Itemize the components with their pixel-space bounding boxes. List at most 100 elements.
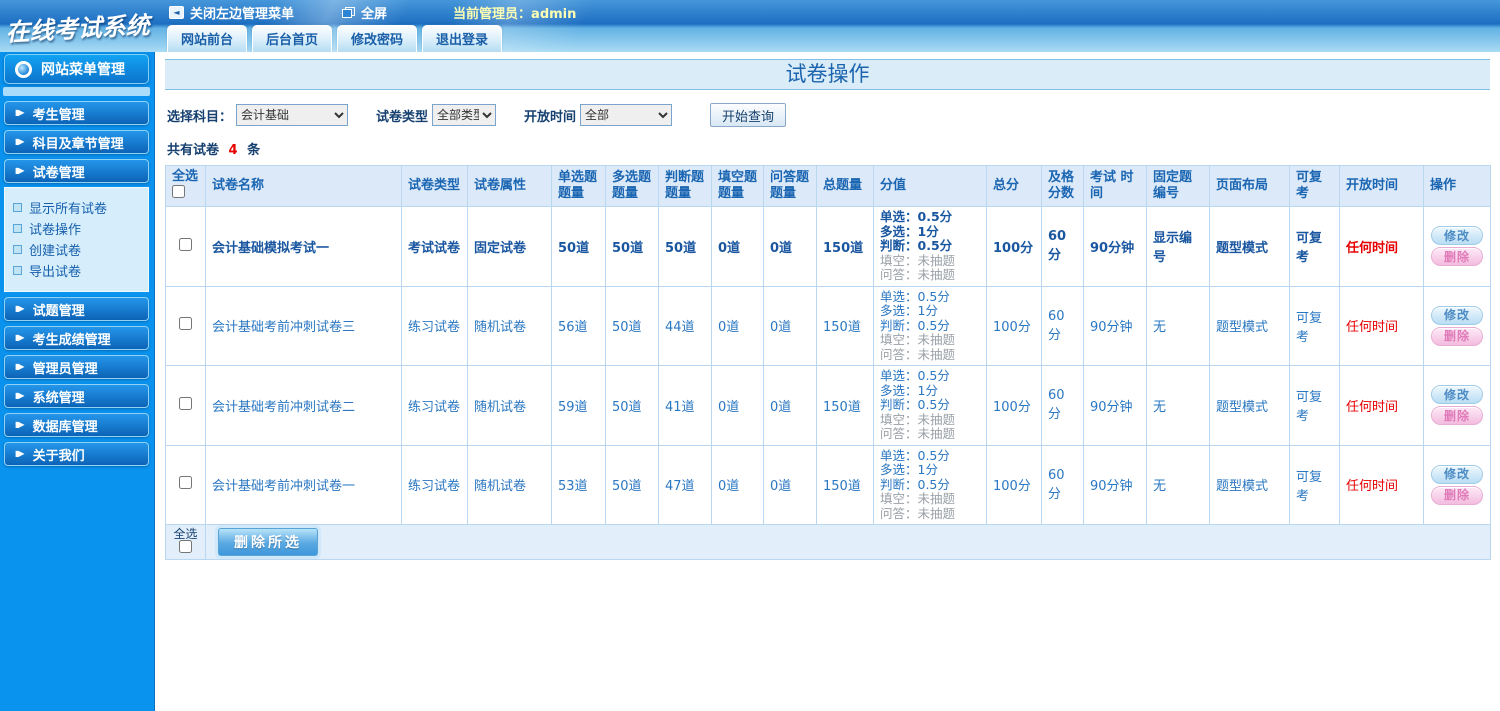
score-line: 问答：未抽题: [880, 346, 956, 362]
select-all-footer-label: 全选: [173, 527, 198, 541]
single-count-cell: 53道: [551, 444, 606, 525]
close-sidebar-label: 关闭左边管理菜单: [190, 7, 295, 22]
table-row: 会计基础考前冲刺试卷三 练习试卷 随机试卷 56道 50道 44道 0道 0道 …: [165, 285, 1491, 366]
subject-filter-label: 选择科目：: [167, 109, 233, 125]
arrow-icon: ▮▶: [15, 137, 25, 146]
tab-admin-home[interactable]: 后台首页: [252, 25, 333, 52]
paper-attribute-cell: 随机试卷: [467, 285, 552, 366]
score-line: 填空：未抽题: [880, 411, 956, 427]
paper-type-cell: 练习试卷: [401, 365, 468, 446]
sidebar-submenu-item-label: 创建试卷: [29, 244, 82, 259]
score-line: 多选：1分: [880, 382, 938, 398]
modify-button[interactable]: 修改: [1431, 464, 1483, 484]
sidebar-menu-item[interactable]: ▮▶ 考生管理: [4, 101, 149, 125]
app-logo: 在线考试系统: [0, 0, 156, 56]
sidebar-spacer: [3, 87, 150, 96]
fullscreen-button[interactable]: 全屏: [342, 3, 387, 22]
score-line: 单选：0.5分: [880, 447, 950, 463]
row-checkbox[interactable]: [179, 237, 192, 251]
sidebar-menu: ▮▶ 考生管理 ▮▶ 科目及章节管理 ▮▶ 试卷管理 显示所有试卷 试卷操作 创建试卷 导出试卷 ▮…: [4, 96, 149, 466]
delete-selected-button[interactable]: 删除所选: [218, 528, 318, 556]
sidebar-menu-item-label: 数据库管理: [32, 419, 98, 435]
fixed-number-cell: 无: [1146, 285, 1210, 366]
row-select-cell: [165, 285, 206, 366]
score-line: 问答：未抽题: [880, 267, 956, 282]
arrow-icon: ▮▶: [15, 449, 25, 458]
select-all-checkbox-top[interactable]: [172, 185, 185, 198]
col-actions: 操作: [1423, 165, 1491, 207]
delete-button[interactable]: 删除: [1431, 247, 1483, 267]
score-line: 判断：0.5分: [880, 238, 953, 253]
row-checkbox[interactable]: [179, 476, 192, 490]
row-select-cell: [165, 444, 206, 525]
sidebar-menu-item[interactable]: ▮▶ 管理员管理: [4, 355, 149, 379]
sidebar-menu-item-label: 考生成绩管理: [32, 332, 111, 348]
type-filter-label: 试卷类型: [376, 109, 429, 125]
modify-button[interactable]: 修改: [1431, 305, 1483, 325]
summary-suffix: 条: [247, 143, 261, 158]
sidebar-menu-item[interactable]: ▮▶ 系统管理: [4, 384, 149, 408]
single-count-cell: 56道: [551, 285, 606, 366]
actions-cell: 修改 删除: [1423, 444, 1491, 525]
delete-button[interactable]: 删除: [1431, 326, 1483, 346]
paper-name-cell: 会计基础考前冲刺试卷三: [205, 285, 402, 366]
delete-button[interactable]: 删除: [1431, 406, 1483, 426]
multi-count-cell: 50道: [605, 365, 659, 446]
score-line: 填空：未抽题: [880, 332, 956, 347]
sidebar-menu-item[interactable]: ▮▶ 试卷管理: [4, 159, 149, 183]
actions-cell: 修改 删除: [1423, 285, 1491, 366]
modify-button[interactable]: 修改: [1431, 385, 1483, 405]
score-line: 多选：1分: [880, 223, 939, 239]
select-all-checkbox-bottom[interactable]: [179, 540, 192, 553]
row-checkbox[interactable]: [179, 317, 192, 331]
open-time-select[interactable]: 全部: [580, 104, 673, 126]
qa-count-cell: 0道: [763, 285, 817, 366]
sidebar-menu-item[interactable]: ▮▶ 试题管理: [4, 297, 149, 321]
col-qa-count: 问答题 题量: [763, 165, 817, 207]
sidebar-submenu-item[interactable]: 创建试卷: [13, 239, 140, 260]
total-score-cell: 100分: [986, 444, 1042, 525]
sidebar-menu-item[interactable]: ▮▶ 数据库管理: [4, 413, 149, 437]
multi-count-cell: 50道: [605, 285, 659, 366]
modify-button[interactable]: 修改: [1431, 226, 1483, 246]
page-layout-cell: 题型模式: [1209, 444, 1290, 525]
sidebar-title: 网站菜单管理: [41, 62, 125, 78]
total-count-cell: 150道: [816, 444, 874, 525]
row-select-cell: [165, 365, 206, 446]
search-button[interactable]: 开始查询: [710, 103, 787, 127]
subject-select[interactable]: 会计基础: [236, 104, 349, 126]
col-total-score: 总分: [986, 165, 1042, 207]
paper-type-select[interactable]: 全部类型: [432, 104, 497, 126]
open-time-cell: 任何时间: [1339, 206, 1424, 287]
score-line: 问答：未抽题: [880, 426, 956, 441]
sidebar-menu-item[interactable]: ▮▶ 科目及章节管理: [4, 130, 149, 154]
footer-actions-cell: 删除所选: [205, 524, 1491, 560]
fixed-number-cell: 无: [1146, 365, 1210, 446]
close-sidebar-button[interactable]: ◄ 关闭左边管理菜单: [169, 3, 294, 22]
score-detail-cell: 单选：0.5分 多选：1分 判断：0.5分 填空：未抽题 问答：未抽题: [873, 285, 987, 366]
row-checkbox[interactable]: [179, 396, 192, 410]
col-pass-score: 及格 分数: [1041, 165, 1084, 207]
topbar: ◄ 关闭左边管理菜单 全屏 当前管理员：admin: [155, 0, 1500, 25]
retake-cell: 可复考: [1289, 206, 1340, 287]
tab-site-front[interactable]: 网站前台: [167, 25, 248, 52]
sidebar-submenu-item[interactable]: 导出试卷: [13, 260, 140, 281]
sidebar-menu-item-label: 系统管理: [32, 390, 85, 406]
submenu-bullet-icon: [13, 224, 22, 233]
judge-count-cell: 50道: [658, 206, 712, 287]
sidebar-menu-item[interactable]: ▮▶ 关于我们: [4, 442, 149, 466]
sidebar-menu-item-label: 试卷管理: [32, 165, 85, 181]
delete-button[interactable]: 删除: [1431, 485, 1483, 505]
top-header: 在线考试系统 ◄ 关闭左边管理菜单 全屏 当前管理员：admin 网站前台 后台…: [0, 0, 1500, 52]
qa-count-cell: 0道: [763, 206, 817, 287]
single-count-cell: 50道: [551, 206, 606, 287]
sidebar-submenu-item[interactable]: 显示所有试卷: [13, 197, 140, 218]
col-single-count: 单选题 题量: [551, 165, 606, 207]
tab-logout[interactable]: 退出登录: [422, 25, 503, 52]
sidebar-menu-item[interactable]: ▮▶ 考生成绩管理: [4, 326, 149, 350]
tab-change-password[interactable]: 修改密码: [337, 25, 418, 52]
score-detail-cell: 单选：0.5分 多选：1分 判断：0.5分 填空：未抽题 问答：未抽题: [873, 365, 987, 446]
judge-count-cell: 44道: [658, 285, 712, 366]
summary-prefix: 共有试卷: [167, 143, 220, 158]
sidebar-submenu-item[interactable]: 试卷操作: [13, 218, 140, 239]
